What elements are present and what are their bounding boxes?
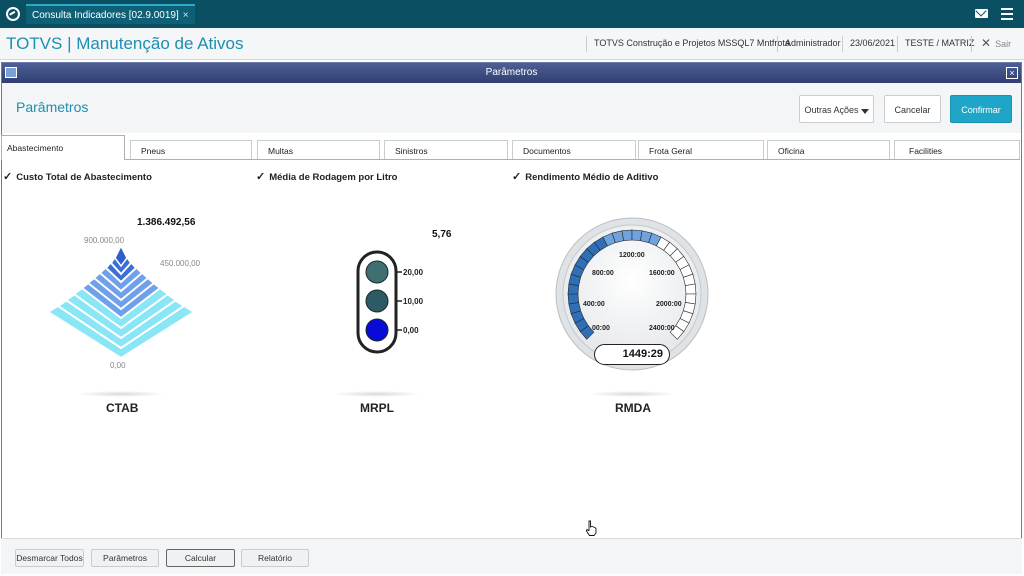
app-window: Consulta Indicadores [02.9.0019] × TOTVS … (0, 0, 1024, 576)
header-separator (586, 36, 587, 52)
rmda-scale-1200: 1200:00 (619, 252, 645, 259)
mrpl-scale-high: 20,00 (403, 268, 424, 277)
header-separator (897, 36, 898, 52)
mrpl-value: 5,76 (432, 229, 452, 240)
rmda-shadow (587, 391, 677, 397)
rmda-scale-0: 00:00 (592, 325, 610, 332)
tab-frota-geral[interactable]: Frota Geral (638, 140, 764, 160)
more-actions-label: Outras Ações (804, 105, 859, 115)
rmda-scale-2000: 2000:00 (656, 301, 682, 308)
mrpl-scale-low: 0,00 (403, 326, 419, 335)
tab-oficina[interactable]: Oficina (767, 140, 890, 160)
exit-label: Sair (995, 39, 1012, 49)
menu-icon[interactable] (1001, 8, 1013, 20)
tab-facilities[interactable]: Facilities (894, 140, 1020, 160)
cancel-button[interactable]: Cancelar (884, 95, 941, 123)
ctab-scale-low: 0,00 (110, 361, 126, 370)
dialog-title: Parâmetros (485, 67, 538, 78)
mrpl-label: MRPL (360, 401, 394, 415)
report-button[interactable]: Relatório (241, 549, 309, 567)
app-title: TOTVS | Manutenção de Ativos (6, 34, 244, 53)
ctab-label: CTAB (106, 401, 139, 415)
gauge-segment (567, 293, 580, 305)
tab-abastecimento[interactable]: Abastecimento (1, 135, 125, 160)
ctab-pyramid-chart (46, 244, 196, 360)
rmda-checkbox-label: Rendimento Médio de Aditivo (525, 172, 659, 183)
window-icon (5, 67, 17, 78)
ctab-scale-high: 900.000,00 (84, 236, 125, 245)
rmda-label: RMDA (615, 401, 651, 415)
ctab-scale-mid: 450.000,00 (160, 259, 201, 268)
mail-icon[interactable] (975, 9, 988, 18)
check-icon: ✓ (512, 171, 522, 183)
header-separator (777, 36, 778, 52)
tab-sinistros[interactable]: Sinistros (384, 140, 508, 160)
app-header: TOTVS | Manutenção de Ativos TOTVS Const… (0, 28, 1024, 60)
uncheck-all-button[interactable]: Desmarcar Todos (15, 549, 84, 567)
confirm-button[interactable]: Confirmar (950, 95, 1012, 123)
traffic-light-top (365, 260, 389, 284)
ctab-shadow (76, 391, 166, 397)
user-name: Administrador (785, 38, 841, 48)
rmda-scale-800: 800:00 (592, 270, 614, 277)
header-separator (842, 36, 843, 52)
top-bar: Consulta Indicadores [02.9.0019] × (0, 0, 1024, 28)
gauge-segment (684, 283, 697, 295)
current-date: 23/06/2021 (850, 38, 896, 48)
tab-multas[interactable]: Multas (257, 140, 380, 160)
mrpl-shadow (332, 391, 422, 397)
ctab-value: 1.386.492,56 (137, 217, 196, 228)
page-title: Parâmetros (16, 99, 89, 115)
dialog-close-icon[interactable]: × (1006, 67, 1018, 79)
chevron-down-icon (861, 109, 869, 114)
hand-cursor-icon (586, 520, 597, 536)
header-separator (971, 36, 972, 52)
mrpl-scale-mid: 10,00 (403, 297, 424, 306)
mrpl-checkbox-label: Média de Rodagem por Litro (269, 172, 398, 183)
check-icon: ✓ (3, 171, 13, 183)
gauge-segment (621, 229, 633, 242)
company-info: TOTVS Construção e Projetos MSSQL7 Mntfr… (594, 38, 790, 48)
calculate-button[interactable]: Calcular (166, 549, 235, 567)
tab-pneus[interactable]: Pneus (130, 140, 252, 160)
app-tab[interactable]: Consulta Indicadores [02.9.0019] × (26, 4, 195, 24)
ctab-checkbox-label: Custo Total de Abastecimento (16, 172, 152, 183)
check-icon: ✓ (256, 171, 266, 183)
tab-documentos[interactable]: Documentos (512, 140, 636, 160)
mrpl-traffic-light (356, 250, 402, 354)
branch-info: TESTE / MATRIZ (905, 38, 975, 48)
mrpl-checkbox[interactable]: ✓ Média de Rodagem por Litro (256, 170, 397, 183)
dialog-subheader: Parâmetros Outras Ações Cancelar Confirm… (2, 83, 1021, 133)
rmda-checkbox[interactable]: ✓ Rendimento Médio de Aditivo (512, 170, 658, 183)
ctab-checkbox[interactable]: ✓ Custo Total de Abastecimento (3, 170, 152, 183)
tab-strip-border (125, 159, 1020, 160)
dialog-title-bar[interactable]: Parâmetros (2, 63, 1021, 83)
traffic-light-middle (365, 289, 389, 313)
rmda-scale-1600: 1600:00 (649, 270, 675, 277)
more-actions-button[interactable]: Outras Ações (799, 95, 874, 123)
dialog-footer: Desmarcar Todos Parâmetros Calcular Rela… (1, 538, 1022, 574)
exit-button[interactable]: ✕ Sair (981, 36, 1011, 50)
rmda-scale-400: 400:00 (583, 301, 605, 308)
close-icon: ✕ (981, 36, 992, 50)
traffic-light-bottom (365, 318, 389, 342)
app-tab-close-icon[interactable]: × (183, 10, 189, 21)
app-tab-label: Consulta Indicadores [02.9.0019] (32, 10, 179, 21)
parameters-button[interactable]: Parâmetros (91, 549, 159, 567)
rmda-value: 1449:29 (594, 344, 670, 365)
totvs-logo-icon[interactable] (6, 7, 20, 21)
rmda-scale-2400: 2400:00 (649, 325, 675, 332)
